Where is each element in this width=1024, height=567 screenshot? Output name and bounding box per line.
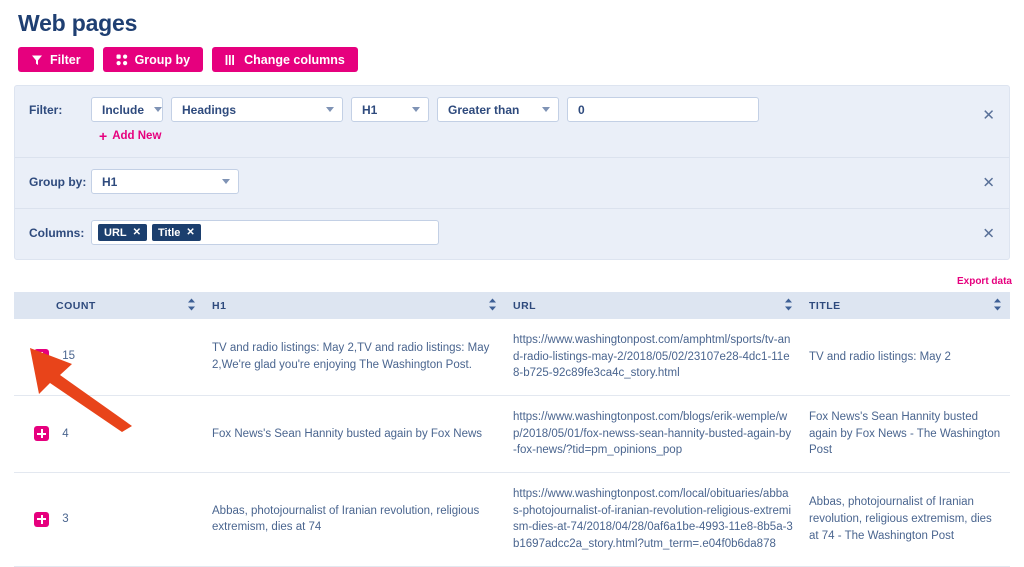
filter-subfield-select[interactable]: H1 — [351, 97, 429, 122]
columns-row-label: Columns: — [29, 226, 85, 240]
query-panel: Filter: Include Headings H1 Greater than — [14, 85, 1010, 260]
cell-h1: Fox News's Sean Hannity busted again by … — [204, 395, 505, 474]
group-by-button-label: Group by — [134, 52, 191, 67]
funnel-icon — [31, 54, 43, 66]
expand-row-icon[interactable] — [34, 426, 49, 442]
filter-include-value: Include — [102, 102, 145, 117]
chevron-down-icon — [222, 179, 230, 184]
sort-icon[interactable] — [784, 298, 793, 314]
add-new-filter-label: Add New — [112, 130, 162, 142]
count-value: 4 — [62, 427, 69, 440]
cell-title: TV and radio listings: May 2 — [801, 319, 1010, 397]
chevron-down-icon — [412, 107, 420, 112]
export-data-button[interactable]: Export data — [957, 276, 1012, 287]
change-columns-button[interactable]: Change columns — [212, 47, 358, 72]
table-header: COUNT H1 URL TITLE — [14, 292, 1010, 319]
filter-button-label: Filter — [50, 52, 81, 67]
filter-operator-select[interactable]: Greater than — [437, 97, 559, 122]
filter-operator-value: Greater than — [448, 102, 520, 117]
table-row: 4 Fox News's Sean Hannity busted again b… — [14, 395, 1010, 474]
table-row: 3 Abbas, photojournalist of Iranian revo… — [14, 472, 1010, 567]
filter-row-label: Filter: — [29, 103, 63, 117]
remove-column-token-icon[interactable]: ✕ — [133, 227, 141, 238]
cell-count: 4 — [14, 395, 204, 474]
cell-count: 3 — [14, 472, 204, 567]
chevron-down-icon — [154, 107, 163, 112]
table-header-row: COUNT H1 URL TITLE — [14, 292, 1010, 319]
column-token-url[interactable]: URL ✕ — [98, 224, 147, 241]
columns-token-field[interactable]: URL ✕ Title ✕ — [91, 220, 439, 245]
columns-row: Columns: URL ✕ Title ✕ ✕ — [15, 208, 1009, 259]
filter-value-input[interactable] — [567, 97, 759, 122]
group-by-value: H1 — [102, 174, 118, 189]
table-body: 15 TV and radio listings: May 2,TV and r… — [14, 319, 1010, 567]
columns-icon — [225, 54, 237, 66]
filter-button[interactable]: Filter — [18, 47, 94, 72]
column-token-url-label: URL — [104, 226, 127, 239]
column-header-url-label: URL — [513, 299, 537, 312]
filter-field-select[interactable]: Headings — [171, 97, 343, 122]
change-columns-button-label: Change columns — [244, 52, 345, 67]
cell-title: Fox News's Sean Hannity busted again by … — [801, 395, 1010, 474]
table-row: 15 TV and radio listings: May 2,TV and r… — [14, 319, 1010, 397]
column-header-title-label: TITLE — [809, 299, 841, 312]
results-table: COUNT H1 URL TITLE 15 TV and radio listi… — [14, 292, 1010, 567]
filter-row: Filter: Include Headings H1 Greater than — [15, 86, 1009, 157]
remove-column-token-icon[interactable]: ✕ — [186, 227, 194, 238]
column-header-url[interactable]: URL — [505, 292, 801, 319]
toolbar: Filter Group by Change columns — [18, 47, 1024, 72]
chevron-down-icon — [542, 107, 550, 112]
grid-dots-icon — [116, 54, 128, 66]
filter-include-select[interactable]: Include — [91, 97, 163, 122]
count-value: 15 — [62, 350, 75, 363]
expand-row-icon[interactable] — [34, 511, 49, 527]
cell-url[interactable]: https://www.washingtonpost.com/local/obi… — [505, 472, 801, 567]
column-header-h1-label: H1 — [212, 299, 227, 312]
remove-filter-row-icon[interactable]: ✕ — [982, 108, 995, 123]
sort-icon[interactable] — [187, 298, 196, 314]
expand-row-icon[interactable] — [34, 349, 49, 365]
export-bar: Export data — [0, 271, 1012, 289]
column-token-title-label: Title — [158, 226, 181, 239]
group-by-select[interactable]: H1 — [91, 169, 239, 194]
column-header-count-label: COUNT — [56, 299, 96, 312]
remove-columns-row-icon[interactable]: ✕ — [982, 227, 995, 242]
filter-field-value: Headings — [182, 102, 237, 117]
cell-h1: Abbas, photojournalist of Iranian revolu… — [204, 472, 505, 567]
group-by-button[interactable]: Group by — [102, 47, 204, 72]
page-title: Web pages — [18, 10, 138, 36]
count-value: 3 — [62, 512, 69, 525]
cell-url[interactable]: https://www.washingtonpost.com/blogs/eri… — [505, 395, 801, 474]
column-header-title[interactable]: TITLE — [801, 292, 1010, 319]
filter-subfield-value: H1 — [362, 102, 378, 117]
cell-count: 15 — [14, 319, 204, 397]
sort-icon[interactable] — [993, 298, 1002, 314]
cell-h1: TV and radio listings: May 2,TV and radi… — [204, 319, 505, 397]
column-header-count[interactable]: COUNT — [14, 292, 204, 319]
column-token-title[interactable]: Title ✕ — [152, 224, 201, 241]
plus-icon: + — [99, 128, 108, 144]
cell-url[interactable]: https://www.washingtonpost.com/amphtml/s… — [505, 319, 801, 397]
remove-group-by-row-icon[interactable]: ✕ — [982, 176, 995, 191]
group-by-row: Group by: H1 ✕ — [15, 157, 1009, 208]
chevron-down-icon — [326, 107, 334, 112]
add-new-filter-button[interactable]: + Add New — [91, 129, 161, 143]
sort-icon[interactable] — [488, 298, 497, 314]
group-by-row-label: Group by: — [29, 175, 87, 189]
column-header-h1[interactable]: H1 — [204, 292, 505, 319]
cell-title: Abbas, photojournalist of Iranian revolu… — [801, 472, 1010, 567]
